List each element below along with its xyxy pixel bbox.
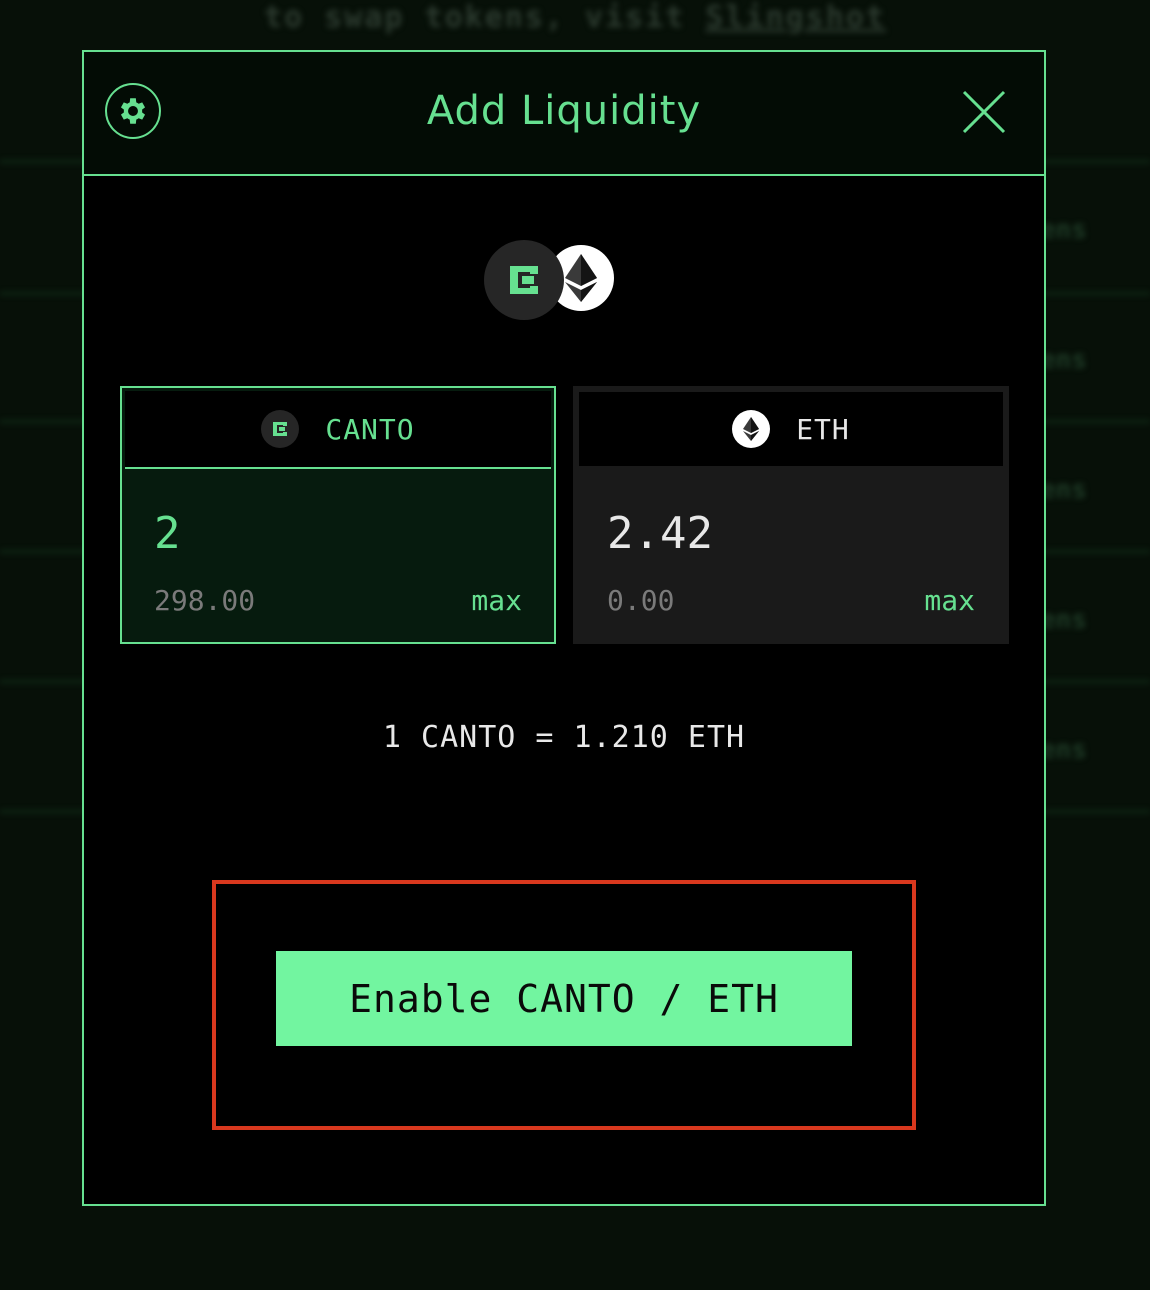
max-button[interactable]: max	[471, 584, 522, 617]
token-input-eth[interactable]: ETH 2.42 0.00 max	[573, 386, 1009, 644]
canto-icon	[484, 240, 564, 320]
max-button[interactable]: max	[924, 584, 975, 617]
modal-header: Add Liquidity	[84, 52, 1044, 176]
token-input-canto[interactable]: CANTO 2 298.00 max	[120, 386, 556, 644]
close-icon	[962, 90, 1006, 134]
token-header-canto: CANTO	[125, 391, 551, 469]
pair-icons	[484, 240, 614, 324]
exchange-rate: 1 CANTO = 1.210 ETH	[382, 720, 746, 755]
modal-title: Add Liquidity	[426, 88, 702, 134]
slingshot-link: Slingshot	[705, 0, 886, 35]
token-header-eth: ETH	[579, 392, 1003, 466]
eth-icon	[732, 410, 771, 448]
background-swap-hint: to swap tokens, visit Slingshot	[264, 0, 886, 35]
token-symbol: CANTO	[325, 412, 415, 446]
token-balance: 0.00	[607, 584, 675, 617]
close-button[interactable]	[954, 82, 1014, 142]
canto-icon	[261, 410, 300, 448]
enable-button[interactable]: Enable CANTO / ETH	[276, 951, 852, 1046]
amount-input[interactable]: 2	[154, 508, 181, 559]
token-symbol: ETH	[796, 412, 850, 446]
token-balance: 298.00	[154, 584, 256, 617]
amount-input[interactable]: 2.42	[607, 508, 713, 559]
